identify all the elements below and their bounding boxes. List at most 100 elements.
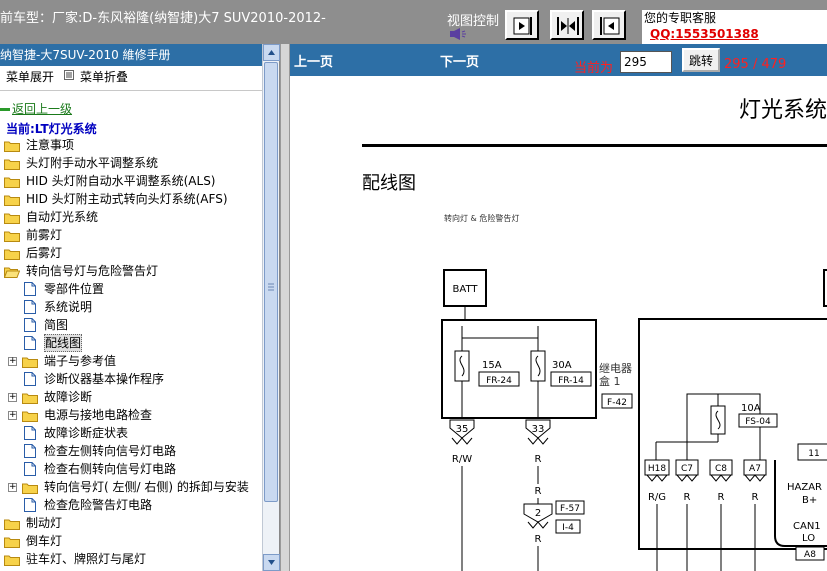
grip-icon: [268, 283, 274, 291]
collapse-icon: [64, 70, 74, 80]
tree-item[interactable]: 倒车灯: [0, 532, 262, 550]
relay-box-conn: F-42: [607, 398, 627, 408]
hazard-b-label: B+: [802, 495, 817, 506]
hazard-label: HAZAR: [787, 482, 822, 493]
tree-item[interactable]: 制动灯: [0, 514, 262, 532]
folder-icon: [4, 229, 20, 242]
customer-service-box: 您的专职客服QQ:1553501388 87039205: [642, 10, 827, 44]
folder-icon: [4, 247, 20, 260]
page-count: 295 / 479: [724, 57, 787, 72]
folder-icon: [4, 193, 20, 206]
view-center-split-button[interactable]: [550, 10, 584, 40]
document-icon: [24, 318, 36, 332]
tree-item[interactable]: 系统说明: [0, 298, 262, 316]
folder-icon: [22, 481, 38, 494]
tree-item-label: 前雾灯: [26, 228, 63, 242]
tree-item-label: HID 头灯附自动水平调整系统(ALS): [26, 174, 216, 188]
tree-item[interactable]: + 电源与接地电路检查: [0, 406, 262, 424]
expand-toggle-icon[interactable]: +: [8, 393, 17, 402]
expand-toggle-icon[interactable]: +: [8, 357, 17, 366]
tree-item[interactable]: HID 头灯附主动式转向头灯系统(AFS): [0, 190, 262, 208]
tree-item[interactable]: 头灯附手动水平调整系统: [0, 154, 262, 172]
panel-splitter[interactable]: [280, 44, 290, 571]
document-icon: [24, 444, 36, 458]
tree-item[interactable]: 零部件位置: [0, 280, 262, 298]
tree-item-label: HID 头灯附主动式转向头灯系统(AFS): [26, 192, 228, 206]
tree-item[interactable]: + 转向信号灯( 左侧/ 右侧) 的拆卸与安装: [0, 478, 262, 496]
view-expand-left-button[interactable]: [592, 10, 626, 40]
service-qq-link[interactable]: QQ:1553501388: [650, 27, 759, 41]
wire-r1: R: [535, 454, 542, 465]
document-icon: [24, 462, 36, 476]
fuse1-id: FR-24: [486, 376, 512, 386]
tree-item[interactable]: + 端子与参考值: [0, 352, 262, 370]
car-model-title: 前车型：厂家:D-东风裕隆(纳智捷)大7 SUV2010-2012-: [0, 11, 326, 26]
tree-item-label: 零部件位置: [44, 282, 105, 296]
pin-a8: A8: [804, 550, 816, 560]
pin-c7: C7: [681, 464, 693, 474]
tree-item[interactable]: 故障诊断症状表: [0, 424, 262, 442]
tree-item[interactable]: 检查危险警告灯电路: [0, 496, 262, 514]
tree-scrollbar[interactable]: [262, 44, 280, 571]
bcm-module: [638, 318, 827, 550]
tree-item[interactable]: 驻车灯、牌照灯与尾灯: [0, 550, 262, 568]
tree-item-label: 诊断仪器基本操作程序: [44, 372, 165, 386]
back-arrow-icon: [0, 108, 10, 111]
wire-r3: R: [535, 534, 542, 545]
page-nav-bar: 上一页 下一页 当前为 跳转 295 / 479: [290, 44, 827, 76]
folder-icon: [4, 553, 20, 566]
folder-open-icon: [3, 265, 21, 278]
tree-item[interactable]: 配线图: [0, 334, 262, 352]
tree-item-label: 检查左侧转向信号灯电路: [44, 444, 177, 458]
wire-c8: R: [718, 492, 725, 503]
tree-item-label: 端子与参考值: [44, 354, 117, 368]
tree-item[interactable]: 检查左侧转向信号灯电路: [0, 442, 262, 460]
manual-tree-panel: 纳智捷-大7SUV-2010 維修手册 菜单展开 菜单折叠 返回上一级 当前:L…: [0, 44, 280, 571]
folder-icon: [4, 139, 20, 152]
tree-item[interactable]: 前雾灯: [0, 226, 262, 244]
tree-item-label: 检查危险警告灯电路: [44, 498, 153, 512]
pin-35: 35: [456, 424, 469, 435]
scroll-up-arrow-icon: [268, 50, 275, 55]
tree-item[interactable]: + 故障诊断: [0, 388, 262, 406]
scroll-down-arrow-icon: [268, 560, 275, 565]
tree-item[interactable]: 诊断仪器基本操作程序: [0, 370, 262, 388]
page-number-input[interactable]: [620, 51, 672, 73]
wire-rw: R/W: [452, 454, 472, 465]
jump-button[interactable]: 跳转: [682, 48, 720, 72]
pin-c8: C8: [715, 464, 727, 474]
top-header-bar: 前车型：厂家:D-东风裕隆(纳智捷)大7 SUV2010-2012- 视图控制: [0, 0, 827, 44]
tree-item-label: 电源与接地电路检查: [44, 408, 153, 422]
scroll-up-button[interactable]: [263, 44, 280, 61]
back-up-link[interactable]: 返回上一级: [0, 100, 72, 117]
service-label: 您的专职客服: [644, 11, 717, 25]
menu-collapse-link[interactable]: 菜单折叠: [80, 68, 128, 85]
menu-expand-link[interactable]: 菜单展开: [6, 68, 54, 85]
view-expand-right-button[interactable]: [505, 10, 539, 40]
pin-33: 33: [532, 424, 545, 435]
document-view: 灯光系统 配线图 转向灯 & 危险警告灯 BATT 15A FR-24 30A …: [290, 76, 827, 571]
tree-item[interactable]: 简图: [0, 316, 262, 334]
speaker-icon: [450, 28, 466, 40]
tree-item[interactable]: 转向信号灯与危险警告灯: [0, 262, 262, 280]
tree-item[interactable]: 检查右侧转向信号灯电路: [0, 460, 262, 478]
tree-item[interactable]: 自动灯光系统: [0, 208, 262, 226]
prev-page-link[interactable]: 上一页: [294, 51, 333, 70]
document-icon: [24, 300, 36, 314]
expand-toggle-icon[interactable]: +: [8, 411, 17, 420]
tree-item[interactable]: 注意事项: [0, 136, 262, 154]
lo-label: LO: [802, 533, 815, 544]
scroll-thumb[interactable]: [264, 62, 278, 502]
pin-2: 2: [535, 508, 541, 519]
next-page-link[interactable]: 下一页: [440, 51, 479, 70]
tree-item-label: 故障诊断: [44, 390, 93, 404]
tree-item-label: 倒车灯: [26, 534, 63, 548]
tree-item[interactable]: 后雾灯: [0, 244, 262, 262]
scroll-down-button[interactable]: [263, 554, 280, 571]
expand-toggle-icon[interactable]: +: [8, 483, 17, 492]
folder-icon: [4, 157, 20, 170]
tree-item[interactable]: HID 头灯附自动水平调整系统(ALS): [0, 172, 262, 190]
document-icon: [24, 336, 36, 350]
tree-item-label: 检查右侧转向信号灯电路: [44, 462, 177, 476]
wire-c7: R: [684, 492, 691, 503]
